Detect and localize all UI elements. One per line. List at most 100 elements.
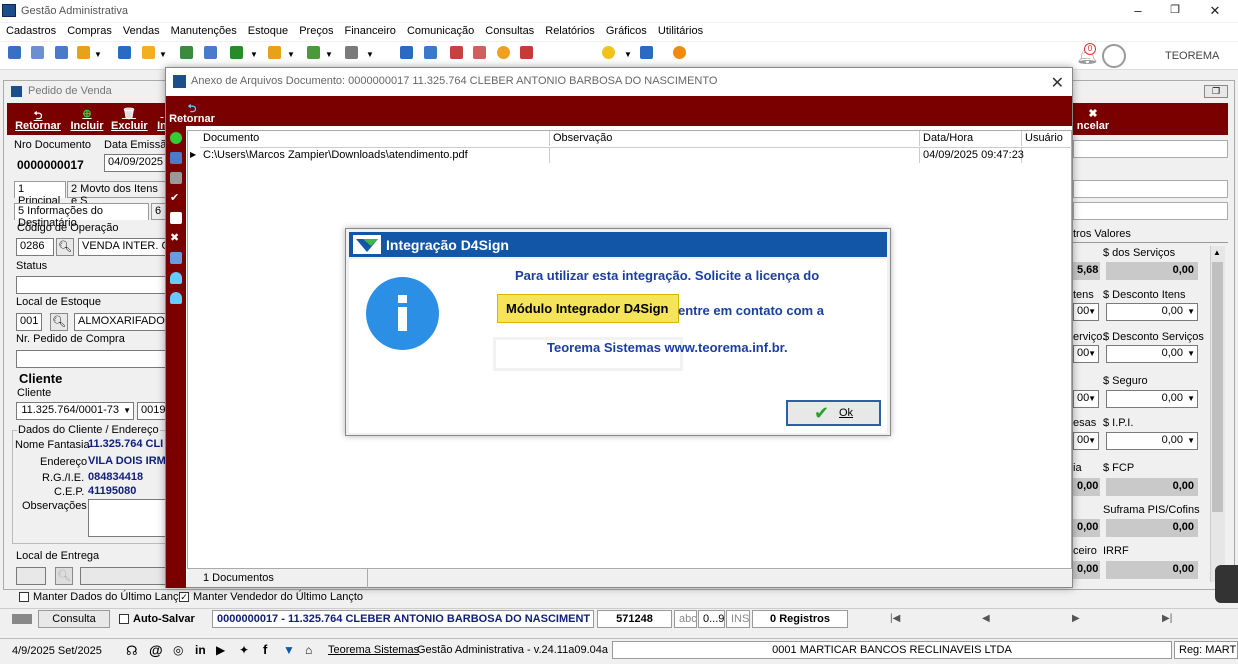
star-icon[interactable] bbox=[602, 46, 615, 59]
cart-icon[interactable] bbox=[230, 46, 243, 59]
column-header-data-hora[interactable]: Data/Hora bbox=[920, 131, 1022, 146]
calendar-icon[interactable] bbox=[450, 46, 463, 59]
local-entrega-field[interactable] bbox=[16, 567, 46, 585]
subtab-6[interactable]: 6 bbox=[151, 203, 166, 220]
window-icon[interactable] bbox=[640, 46, 653, 59]
printer-icon[interactable] bbox=[345, 46, 358, 59]
codigo-operacao-field[interactable]: 0286 bbox=[16, 238, 54, 256]
column-header-observacao[interactable]: Observação bbox=[550, 131, 920, 146]
agenda-icon[interactable] bbox=[473, 46, 486, 59]
spreadsheet-icon[interactable] bbox=[400, 46, 413, 59]
calculator-icon[interactable] bbox=[424, 46, 437, 59]
close-icon[interactable]: ✕ bbox=[1205, 3, 1225, 19]
menu-manutencoes[interactable]: Manutenções bbox=[168, 23, 240, 39]
consulta-button[interactable]: Consulta bbox=[38, 610, 110, 628]
table-cell-data-hora[interactable]: 04/09/2025 09:47:23 bbox=[920, 147, 1024, 163]
desc-itens-combo[interactable]: 0,00 bbox=[1106, 303, 1198, 321]
graduation-icon[interactable]: ⌂ bbox=[305, 643, 312, 657]
building-icon[interactable] bbox=[204, 46, 217, 59]
menu-comunicacao[interactable]: Comunicação bbox=[404, 23, 477, 39]
chevron-down-icon[interactable]: ▼ bbox=[94, 50, 102, 59]
seguro-left-combo[interactable]: 00 bbox=[1073, 390, 1099, 408]
edit-icon[interactable] bbox=[170, 152, 182, 164]
ok-button[interactable]: ✔ Ok bbox=[786, 400, 881, 426]
last-record-icon[interactable]: ▶| bbox=[1162, 613, 1172, 624]
report-icon[interactable] bbox=[520, 46, 533, 59]
cloud-upload-icon[interactable] bbox=[170, 272, 182, 284]
desc-serv-combo[interactable]: 0,00 bbox=[1106, 345, 1198, 363]
data-emissao-field[interactable]: 04/09/2025 bbox=[104, 154, 166, 172]
menu-utilitarios[interactable]: Utilitários bbox=[655, 23, 706, 39]
tab-principal[interactable]: 1 Principal bbox=[14, 181, 66, 207]
tab-movto-itens[interactable]: 2 Movto dos Itens e S bbox=[67, 181, 166, 207]
status-field[interactable] bbox=[16, 276, 166, 294]
search-icon[interactable]: 🔍︎ bbox=[56, 238, 74, 256]
cliente-combo[interactable]: 11.325.764/0001-73 bbox=[16, 402, 134, 420]
pedido-compra-field[interactable] bbox=[16, 350, 166, 368]
cancelar-button[interactable]: ✖ ncelar bbox=[1075, 107, 1111, 132]
power-icon[interactable] bbox=[673, 46, 686, 59]
next-record-icon[interactable]: ▶ bbox=[1072, 613, 1080, 624]
menu-relatorios[interactable]: Relatórios bbox=[542, 23, 598, 39]
desc-itens-left-combo[interactable]: 00 bbox=[1073, 303, 1099, 321]
chevron-down-icon[interactable]: ▼ bbox=[624, 50, 632, 59]
cancel-icon[interactable]: ✖ bbox=[170, 232, 182, 244]
card-icon[interactable] bbox=[55, 46, 68, 59]
anexo-retornar-button[interactable]: ⮌ Retornar bbox=[168, 100, 216, 125]
desc-serv-left-combo[interactable]: 00 bbox=[1073, 345, 1099, 363]
menu-financeiro[interactable]: Financeiro bbox=[342, 23, 399, 39]
chevron-up-icon[interactable]: ▲ bbox=[1213, 248, 1221, 257]
scrollbar-thumb[interactable] bbox=[1212, 262, 1223, 512]
phone-icon[interactable] bbox=[118, 46, 131, 59]
keyboard-icon[interactable] bbox=[12, 614, 32, 624]
local-estoque-field[interactable]: 001 bbox=[16, 313, 42, 331]
chevron-down-icon[interactable]: ▼ bbox=[325, 50, 333, 59]
close-icon[interactable]: ✕ bbox=[1051, 73, 1064, 93]
observacoes-field[interactable] bbox=[88, 499, 166, 537]
first-record-icon[interactable]: |◀ bbox=[890, 613, 900, 624]
table-cell-usuario[interactable] bbox=[1022, 147, 1072, 163]
manter-vendedor-checkbox[interactable]: ✓ bbox=[179, 592, 189, 602]
restore-icon[interactable]: ❐ bbox=[1165, 3, 1185, 19]
menu-consultas[interactable]: Consultas bbox=[482, 23, 537, 39]
despesas-left-combo[interactable]: 00 bbox=[1073, 432, 1099, 450]
incluir-button[interactable]: ⊕ Incluir bbox=[69, 107, 105, 132]
prev-record-icon[interactable]: ◀ bbox=[982, 613, 990, 624]
column-header-documento[interactable]: Documento bbox=[200, 131, 550, 146]
column-header-usuario[interactable]: Usuário bbox=[1022, 131, 1072, 146]
trash-icon[interactable] bbox=[170, 172, 182, 184]
table-cell-observacao[interactable] bbox=[550, 147, 920, 163]
menu-graficos[interactable]: Gráficos bbox=[603, 23, 650, 39]
menu-vendas[interactable]: Vendas bbox=[120, 23, 163, 39]
search-icon[interactable]: 🔍︎ bbox=[55, 567, 73, 585]
menu-precos[interactable]: Preços bbox=[296, 23, 336, 39]
at-icon[interactable]: @ bbox=[149, 642, 163, 658]
chat-icon[interactable] bbox=[1215, 565, 1238, 603]
minimize-icon[interactable]: – bbox=[1128, 3, 1148, 19]
teorema-link[interactable]: Teorema Sistemas bbox=[328, 644, 419, 656]
box-icon[interactable] bbox=[268, 46, 281, 59]
people-icon[interactable] bbox=[180, 46, 193, 59]
chevron-down-icon[interactable]: ▼ bbox=[366, 50, 374, 59]
menu-cadastros[interactable]: Cadastros bbox=[3, 23, 59, 39]
users-icon[interactable] bbox=[31, 46, 44, 59]
search-icon[interactable]: 🔍︎ bbox=[50, 313, 68, 331]
add-icon[interactable] bbox=[170, 132, 182, 144]
chevron-down-icon[interactable]: ▼ bbox=[250, 50, 258, 59]
twitter-icon[interactable]: ✦ bbox=[239, 643, 249, 657]
auto-salvar-checkbox[interactable] bbox=[119, 614, 129, 624]
chevron-down-icon[interactable]: ▼ bbox=[287, 50, 295, 59]
user-avatar-icon[interactable] bbox=[1102, 44, 1126, 68]
table-cell-documento[interactable]: C:\Users\Marcos Zampier\Downloads\atendi… bbox=[200, 147, 550, 163]
ipi-combo[interactable]: 0,00 bbox=[1106, 432, 1198, 450]
menu-compras[interactable]: Compras bbox=[64, 23, 115, 39]
instagram-icon[interactable]: ◎ bbox=[173, 643, 183, 657]
folder-icon[interactable] bbox=[142, 46, 155, 59]
d4sign-icon[interactable]: ▼ bbox=[283, 643, 295, 657]
facebook-icon[interactable]: f bbox=[263, 642, 267, 657]
document-icon[interactable] bbox=[170, 212, 182, 224]
youtube-icon[interactable]: ▶ bbox=[216, 643, 225, 657]
cadastro-icon[interactable] bbox=[8, 46, 21, 59]
headset-icon[interactable]: ☊ bbox=[126, 643, 138, 659]
manter-dados-checkbox[interactable] bbox=[19, 592, 29, 602]
